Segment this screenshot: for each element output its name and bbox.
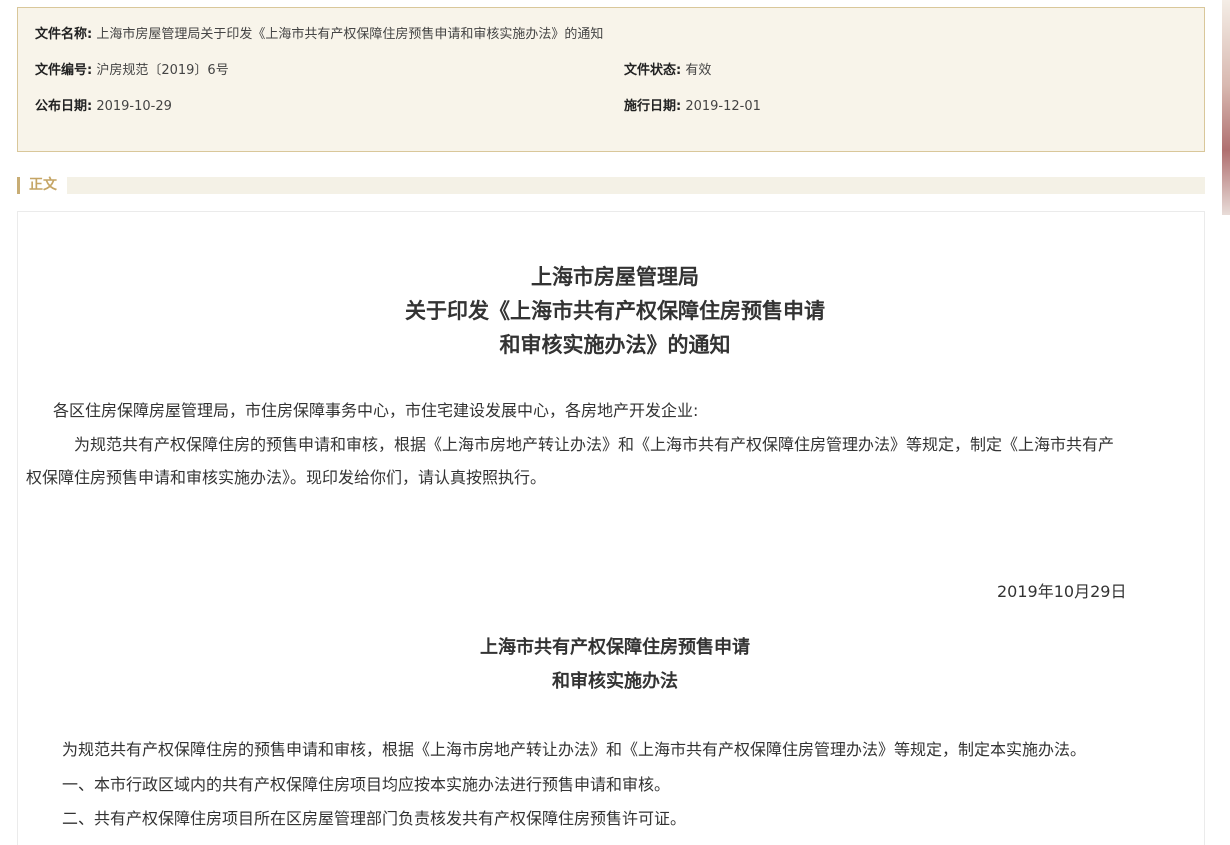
doc-status-label: 文件状态:: [624, 63, 682, 78]
notice-date: 2019年10月29日: [997, 582, 1127, 601]
effective-date-value: 2019-12-01: [685, 99, 761, 114]
doc-status-row: 文件状态: 有效: [624, 63, 711, 79]
doc-status-value: 有效: [685, 63, 712, 78]
notice-title-line1: 上海市房屋管理局: [531, 265, 699, 289]
measures-title-line1: 上海市共有产权保障住房预售申请: [480, 637, 750, 658]
measures-item-2: 二、共有产权保障住房项目所在区房屋管理部门负责核发共有产权保障住房预售许可证。: [62, 809, 687, 828]
doc-name-label: 文件名称:: [35, 27, 93, 42]
doc-number-row: 文件编号: 沪房规范〔2019〕6号: [35, 63, 229, 79]
document-info-panel: 文件名称: 上海市房屋管理局关于印发《上海市共有产权保障住房预售申请和审核实施办…: [17, 7, 1205, 152]
effective-date-row: 施行日期: 2019-12-01: [624, 99, 761, 115]
notice-body-line2: 权保障住房预售申请和审核实施办法》。现印发给你们，请认真按照执行。: [26, 468, 547, 487]
section-header: 正文: [17, 177, 1205, 194]
section-rule: [67, 177, 1205, 194]
measures-item-1: 一、本市行政区域内的共有产权保障住房项目均应按本实施办法进行预售申请和审核。: [62, 775, 671, 794]
effective-date-label: 施行日期:: [624, 99, 682, 114]
publish-date-row: 公布日期: 2019-10-29: [35, 99, 172, 115]
section-label: 正文: [20, 177, 67, 194]
doc-number-value: 沪房规范〔2019〕6号: [96, 63, 229, 78]
publish-date-label: 公布日期:: [35, 99, 93, 114]
measures-intro: 为规范共有产权保障住房的预售申请和审核，根据《上海市房地产转让办法》和《上海市共…: [62, 740, 1087, 759]
doc-name-row: 文件名称: 上海市房屋管理局关于印发《上海市共有产权保障住房预售申请和审核实施办…: [35, 27, 603, 43]
notice-title-line2: 关于印发《上海市共有产权保障住房预售申请: [405, 299, 825, 323]
publish-date-value: 2019-10-29: [96, 99, 172, 114]
notice-body-line1: 为规范共有产权保障住房的预售申请和审核，根据《上海市房地产转让办法》和《上海市共…: [74, 435, 1115, 454]
doc-number-label: 文件编号:: [35, 63, 93, 78]
notice-title-line3: 和审核实施办法》的通知: [499, 333, 731, 357]
doc-name-value: 上海市房屋管理局关于印发《上海市共有产权保障住房预售申请和审核实施办法》的通知: [96, 27, 604, 42]
side-decoration: [1222, 0, 1230, 215]
notice-recipients: 各区住房保障房屋管理局，市住房保障事务中心，市住宅建设发展中心，各房地产开发企业…: [53, 401, 699, 420]
measures-title-line2: 和审核实施办法: [552, 671, 678, 692]
